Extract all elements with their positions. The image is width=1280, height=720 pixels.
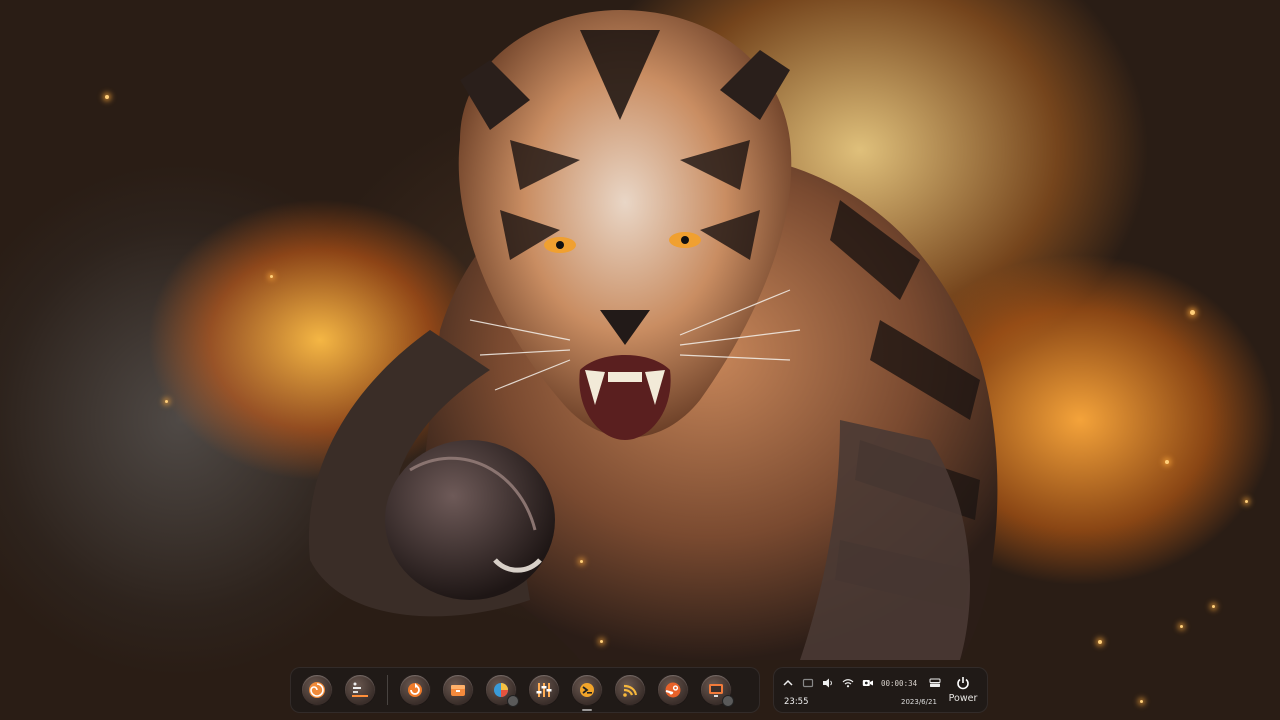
equalizer-icon (536, 683, 552, 697)
notification-icon (802, 678, 814, 688)
box-icon (451, 685, 465, 696)
dock-separator (387, 675, 388, 705)
circular-arrow-icon (408, 683, 422, 697)
refresh-app-icon (399, 674, 431, 706)
power-icon (957, 677, 969, 690)
power-label: Power (948, 693, 978, 704)
dock-app-terminal[interactable] (567, 670, 607, 711)
settings-badge-icon (507, 695, 519, 707)
spiral-icon (309, 682, 325, 698)
terminal-app-icon (571, 674, 603, 706)
clock-date[interactable]: 2023/6/21 (901, 698, 937, 706)
taskbar-dock (290, 667, 760, 713)
keyboard-layout-button[interactable] (927, 675, 943, 691)
terminal-icon (580, 683, 594, 697)
rss-app-icon (614, 674, 646, 706)
app-store-app-icon (442, 674, 474, 706)
equalizer-app-icon (528, 674, 560, 706)
video-camera-icon (862, 680, 873, 686)
dock-app-rss[interactable] (610, 670, 650, 710)
wifi-icon (842, 679, 854, 688)
power-button[interactable]: Power (943, 670, 983, 710)
keyboard-icon (929, 678, 941, 687)
rss-icon (623, 684, 638, 697)
screen-recorder-button[interactable] (860, 675, 876, 691)
desktop-wallpaper (0, 0, 1280, 720)
system-tray: 00:00:34 23:55 2023/6/21 Power (773, 667, 988, 713)
steam-app-icon (657, 674, 689, 706)
multitasking-view-app-icon (301, 674, 333, 706)
tray-expand-button[interactable] (780, 675, 796, 691)
dock-app-launcher[interactable] (340, 670, 380, 710)
dock-app-store[interactable] (438, 670, 478, 710)
record-timer: 00:00:34 (881, 678, 918, 688)
clock-time[interactable]: 23:55 (784, 697, 809, 707)
dock-app-refresh[interactable] (395, 670, 435, 710)
launcher-app-icon (344, 674, 376, 706)
running-indicator (582, 709, 592, 711)
settings-badge-icon (722, 695, 734, 707)
tiger-illustration (308, 10, 998, 660)
speaker-icon (823, 678, 832, 688)
launcher-icon (352, 682, 368, 697)
dock-app-steam[interactable] (653, 670, 693, 710)
network-button[interactable] (840, 675, 856, 691)
chevron-up-icon (783, 679, 793, 686)
dock-app-equalizer[interactable] (524, 670, 564, 710)
tray-icons-row: 00:00:34 (780, 675, 947, 691)
tray-notification-button[interactable] (800, 675, 816, 691)
dock-app-pie[interactable] (481, 670, 521, 710)
dock-app-screen[interactable] (696, 670, 736, 710)
dock-app-multitasking-view[interactable] (297, 670, 337, 710)
volume-button[interactable] (820, 675, 836, 691)
steam-icon (665, 682, 681, 698)
